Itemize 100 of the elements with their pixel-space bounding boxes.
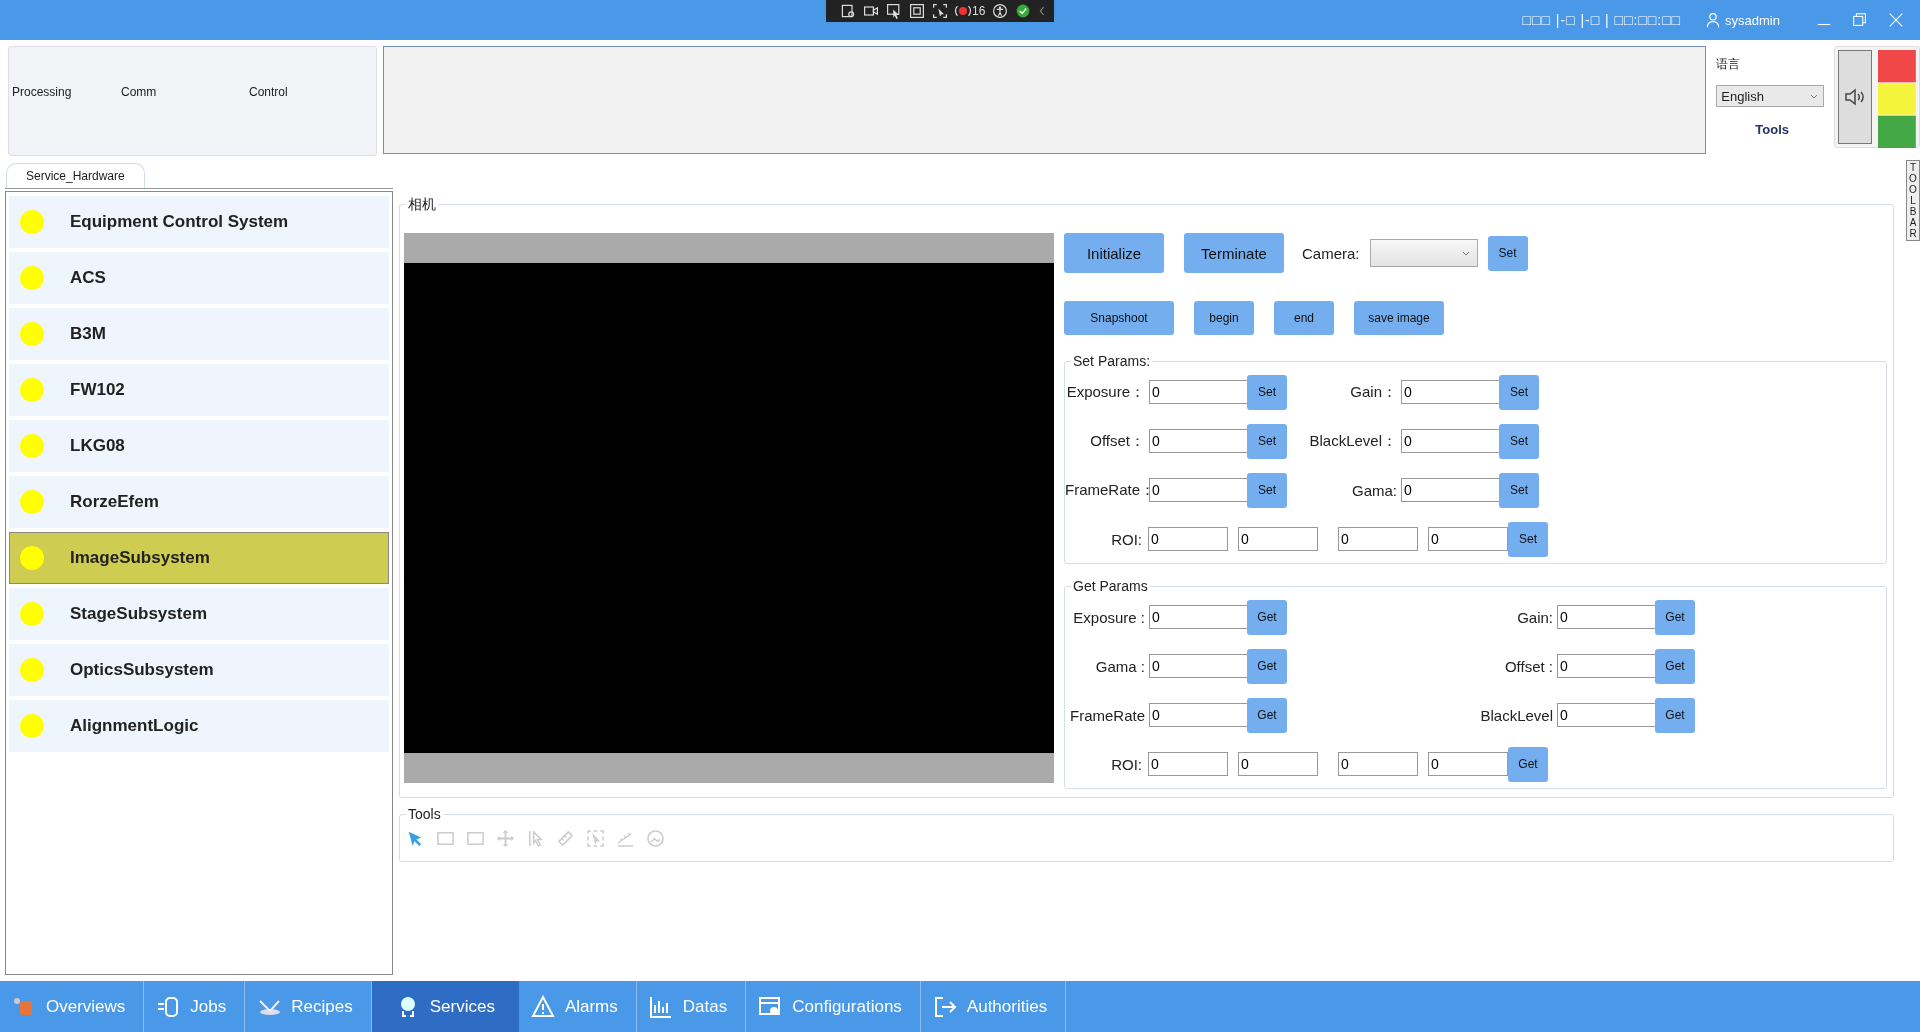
param-button[interactable]: Get <box>1247 599 1287 635</box>
subsystem-name: ImageSubsystem <box>70 548 210 568</box>
param-label: Gama : <box>1094 657 1145 675</box>
action-button[interactable]: save image <box>1354 301 1444 335</box>
sound-button[interactable] <box>1838 50 1873 144</box>
restore-icon[interactable] <box>1851 11 1869 29</box>
param-button[interactable]: Get <box>1508 746 1548 782</box>
language-label: 语言 <box>1716 56 1742 73</box>
subsystem-name: StageSubsystem <box>70 604 207 624</box>
param-button[interactable]: Set <box>1247 423 1287 459</box>
param-input[interactable]: 0 <box>1401 380 1501 404</box>
action-button[interactable]: begin <box>1194 301 1254 335</box>
param-button[interactable]: Get <box>1247 697 1287 733</box>
subsystem-item[interactable]: LKG08 <box>9 420 389 472</box>
param-button[interactable]: Set <box>1247 472 1287 508</box>
status-dot <box>20 322 44 346</box>
subsystem-item[interactable]: StageSubsystem <box>9 588 389 640</box>
action-button[interactable]: end <box>1274 301 1334 335</box>
ruler-icon[interactable] <box>556 829 575 848</box>
recorder-count: 16 <box>972 4 986 18</box>
jobs-icon <box>156 994 181 1019</box>
subsystem-name: AlignmentLogic <box>70 716 199 736</box>
accessibility-icon[interactable] <box>992 3 1009 19</box>
roi-input[interactable]: 0 <box>1338 752 1418 776</box>
subsystem-name: B3M <box>70 324 106 344</box>
crop-icon[interactable] <box>586 829 605 848</box>
subsystem-item[interactable]: Equipment Control System <box>9 196 389 248</box>
region-icon[interactable] <box>932 3 948 19</box>
param-input[interactable]: 0 <box>1401 429 1501 453</box>
roi-input[interactable]: 0 <box>1238 752 1318 776</box>
subsystem-item[interactable]: ACS <box>9 252 389 304</box>
subsystem-item[interactable]: B3M <box>9 308 389 360</box>
param-input[interactable]: 0 <box>1149 703 1249 727</box>
param-input[interactable]: 0 <box>1149 478 1249 502</box>
image-icon[interactable] <box>646 829 665 848</box>
subsystem-item[interactable]: AlignmentLogic <box>9 700 389 752</box>
date-time: □□□ |-□ |-□ | □□:□□:□□ <box>1522 12 1682 28</box>
pointer-icon[interactable] <box>886 3 902 19</box>
param-input[interactable]: 0 <box>1557 654 1657 678</box>
tab[interactable]: Service_Hardware <box>6 163 145 188</box>
roi-input[interactable]: 0 <box>1338 527 1418 551</box>
roi-input[interactable]: 0 <box>1148 752 1228 776</box>
record-icon[interactable] <box>955 3 971 19</box>
status-label: Control <box>249 85 288 99</box>
action-button[interactable]: Snapshoot <box>1064 301 1174 335</box>
window-icon[interactable] <box>909 3 925 19</box>
roi-input[interactable]: 0 <box>1428 752 1508 776</box>
param-label: ROI: <box>1110 755 1142 773</box>
status-label: Processing <box>12 85 72 99</box>
set-button[interactable]: Set <box>1487 235 1528 271</box>
status-dot <box>20 658 44 682</box>
param-button[interactable]: Get <box>1247 648 1287 684</box>
param-label: BlackLevel <box>1479 706 1553 724</box>
subsystem-item[interactable]: FW102 <box>9 364 389 416</box>
param-input[interactable]: 0 <box>1557 703 1657 727</box>
camera-dropdown[interactable] <box>1369 239 1478 267</box>
roi-input[interactable]: 0 <box>1428 527 1508 551</box>
param-input[interactable]: 0 <box>1557 605 1657 629</box>
param-label: Gain: <box>1516 608 1553 626</box>
warning-icon <box>530 994 555 1019</box>
param-button[interactable]: Set <box>1499 374 1539 410</box>
subsystem-name: RorzeEfem <box>70 492 159 512</box>
param-label: Exposure： <box>1065 382 1145 402</box>
close-icon[interactable] <box>1887 11 1905 29</box>
param-button[interactable]: Get <box>1655 599 1695 635</box>
status-label: Comm <box>121 85 157 99</box>
param-button[interactable]: Set <box>1247 374 1287 410</box>
camera-icon[interactable] <box>863 3 879 19</box>
param-button[interactable]: Set <box>1499 423 1539 459</box>
check-icon[interactable] <box>1015 3 1032 19</box>
param-button[interactable]: Get <box>1655 697 1695 733</box>
subsystem-item[interactable]: RorzeEfem <box>9 476 389 528</box>
param-input[interactable]: 0 <box>1401 478 1501 502</box>
param-input[interactable]: 0 <box>1149 380 1249 404</box>
subsystem-item[interactable]: OpticsSubsystem <box>9 644 389 696</box>
roi-input[interactable]: 0 <box>1238 527 1318 551</box>
subsystem-item[interactable]: ImageSubsystem <box>9 532 389 584</box>
param-button[interactable]: Set <box>1499 472 1539 508</box>
language-dropdown[interactable]: English <box>1716 85 1825 107</box>
status-dot <box>20 378 44 402</box>
param-input[interactable]: 0 <box>1149 605 1249 629</box>
subsystem-name: LKG08 <box>70 436 125 456</box>
param-button[interactable]: Set <box>1508 521 1548 557</box>
param-label: Offset : <box>1503 657 1553 675</box>
roi-input[interactable]: 0 <box>1148 527 1228 551</box>
select-icon[interactable] <box>526 829 545 848</box>
chart-icon <box>648 994 673 1019</box>
param-label: Exposure : <box>1072 608 1145 626</box>
param-input[interactable]: 0 <box>1149 429 1249 453</box>
initialize-button[interactable]: Initialize <box>1064 233 1164 273</box>
rectangle-icon[interactable] <box>466 829 485 848</box>
param-input[interactable]: 0 <box>1149 654 1249 678</box>
toolbar-tab[interactable]: TOOLBAR <box>1906 160 1920 241</box>
nav-tab[interactable]: Services <box>371 981 519 1032</box>
terminate-button[interactable]: Terminate <box>1184 233 1284 273</box>
subsystem-name: ACS <box>70 268 106 288</box>
rectangle-icon[interactable] <box>436 829 455 848</box>
param-button[interactable]: Get <box>1655 648 1695 684</box>
status-dot <box>20 210 44 234</box>
move-icon[interactable] <box>496 829 515 848</box>
